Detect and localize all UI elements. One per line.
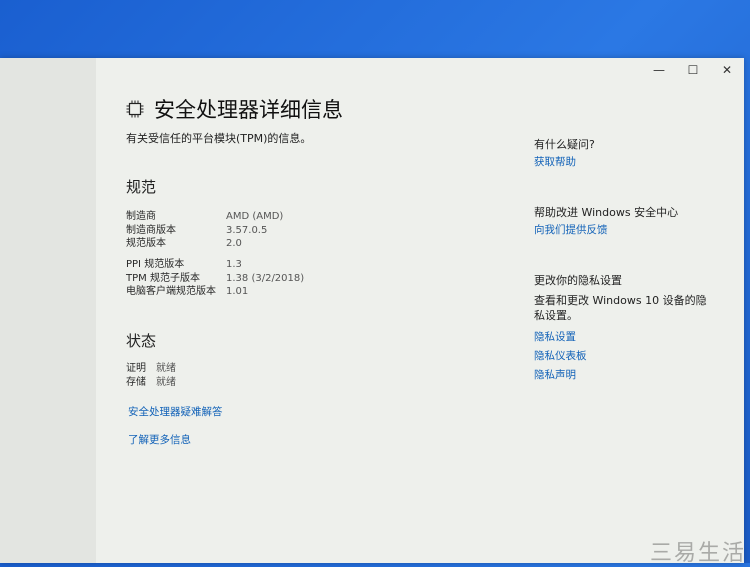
- status-row: 证明 就绪: [126, 362, 176, 376]
- privacy-heading: 更改你的隐私设置: [534, 274, 622, 287]
- title-bar: — ☐ ✕: [642, 58, 744, 82]
- privacy-text: 查看和更改 Windows 10 设备的隐私设置。: [534, 294, 707, 322]
- help-heading: 有什么疑问?: [534, 138, 595, 151]
- status-row: 存储 就绪: [126, 376, 176, 390]
- spec-value: 1.38 (3/2/2018): [226, 272, 305, 284]
- close-button[interactable]: ✕: [710, 58, 744, 82]
- spec-value: 2.0: [226, 238, 242, 249]
- page-subtitle: 有关受信任的平台模块(TPM)的信息。: [126, 132, 312, 145]
- spec-value: 1.01: [226, 286, 249, 297]
- troubleshoot-link[interactable]: 安全处理器疑难解答: [128, 404, 223, 419]
- spec-label: 制造商版本: [126, 224, 176, 236]
- page-title: 安全处理器详细信息: [126, 94, 343, 124]
- watermark: 三易生活: [649, 541, 746, 566]
- status-label: 证明: [126, 363, 146, 374]
- navigation-sidebar: [0, 58, 96, 563]
- spec-group-2: PPI 规范版本 1.3 TPM 规范子版本 1.38 (3/2/2018) 电…: [126, 258, 304, 299]
- spec-row: 电脑客户端规范版本 1.01: [126, 285, 304, 299]
- spec-label: PPI 规范版本: [126, 259, 185, 270]
- status-list: 证明 就绪 存储 就绪: [126, 362, 176, 390]
- status-heading: 状态: [126, 332, 157, 350]
- page-title-text: 安全处理器详细信息: [154, 98, 343, 122]
- privacy-settings-link[interactable]: 隐私设置: [534, 329, 576, 344]
- status-label: 存储: [126, 377, 146, 388]
- spec-value: 3.57.0.5: [226, 224, 268, 236]
- spec-row: TPM 规范子版本 1.38 (3/2/2018): [126, 272, 304, 286]
- maximize-button[interactable]: ☐: [676, 58, 710, 82]
- spec-row: 制造商 AMD (AMD): [126, 210, 283, 224]
- spec-group-1: 制造商 AMD (AMD) 制造商版本 3.57.0.5 规范版本 2.0: [126, 210, 283, 251]
- spec-value: 1.3: [226, 259, 242, 270]
- learn-more-link[interactable]: 了解更多信息: [128, 432, 191, 447]
- spec-row: 制造商版本 3.57.0.5: [126, 224, 283, 238]
- status-value: 就绪: [156, 363, 176, 374]
- feedback-link[interactable]: 向我们提供反馈: [534, 222, 608, 237]
- spec-heading: 规范: [126, 178, 157, 196]
- spec-value: AMD (AMD): [226, 211, 284, 222]
- privacy-statement-link[interactable]: 隐私声明: [534, 367, 576, 382]
- minimize-button[interactable]: —: [642, 58, 676, 82]
- status-value: 就绪: [156, 377, 176, 388]
- chip-icon: [126, 100, 144, 118]
- spec-row: PPI 规范版本 1.3: [126, 258, 304, 272]
- spec-label: 电脑客户端规范版本: [126, 286, 216, 297]
- spec-label: 规范版本: [126, 238, 166, 249]
- spec-label: 制造商: [126, 211, 156, 222]
- spec-row: 规范版本 2.0: [126, 237, 283, 251]
- privacy-dashboard-link[interactable]: 隐私仪表板: [534, 348, 587, 363]
- spec-label: TPM 规范子版本: [126, 272, 200, 284]
- improve-heading: 帮助改进 Windows 安全中心: [534, 206, 679, 219]
- get-help-link[interactable]: 获取帮助: [534, 154, 576, 169]
- security-window: — ☐ ✕ 安全处理器详细信息 有关受信任的平台模块(TPM)的信息。 规范 制…: [0, 58, 744, 563]
